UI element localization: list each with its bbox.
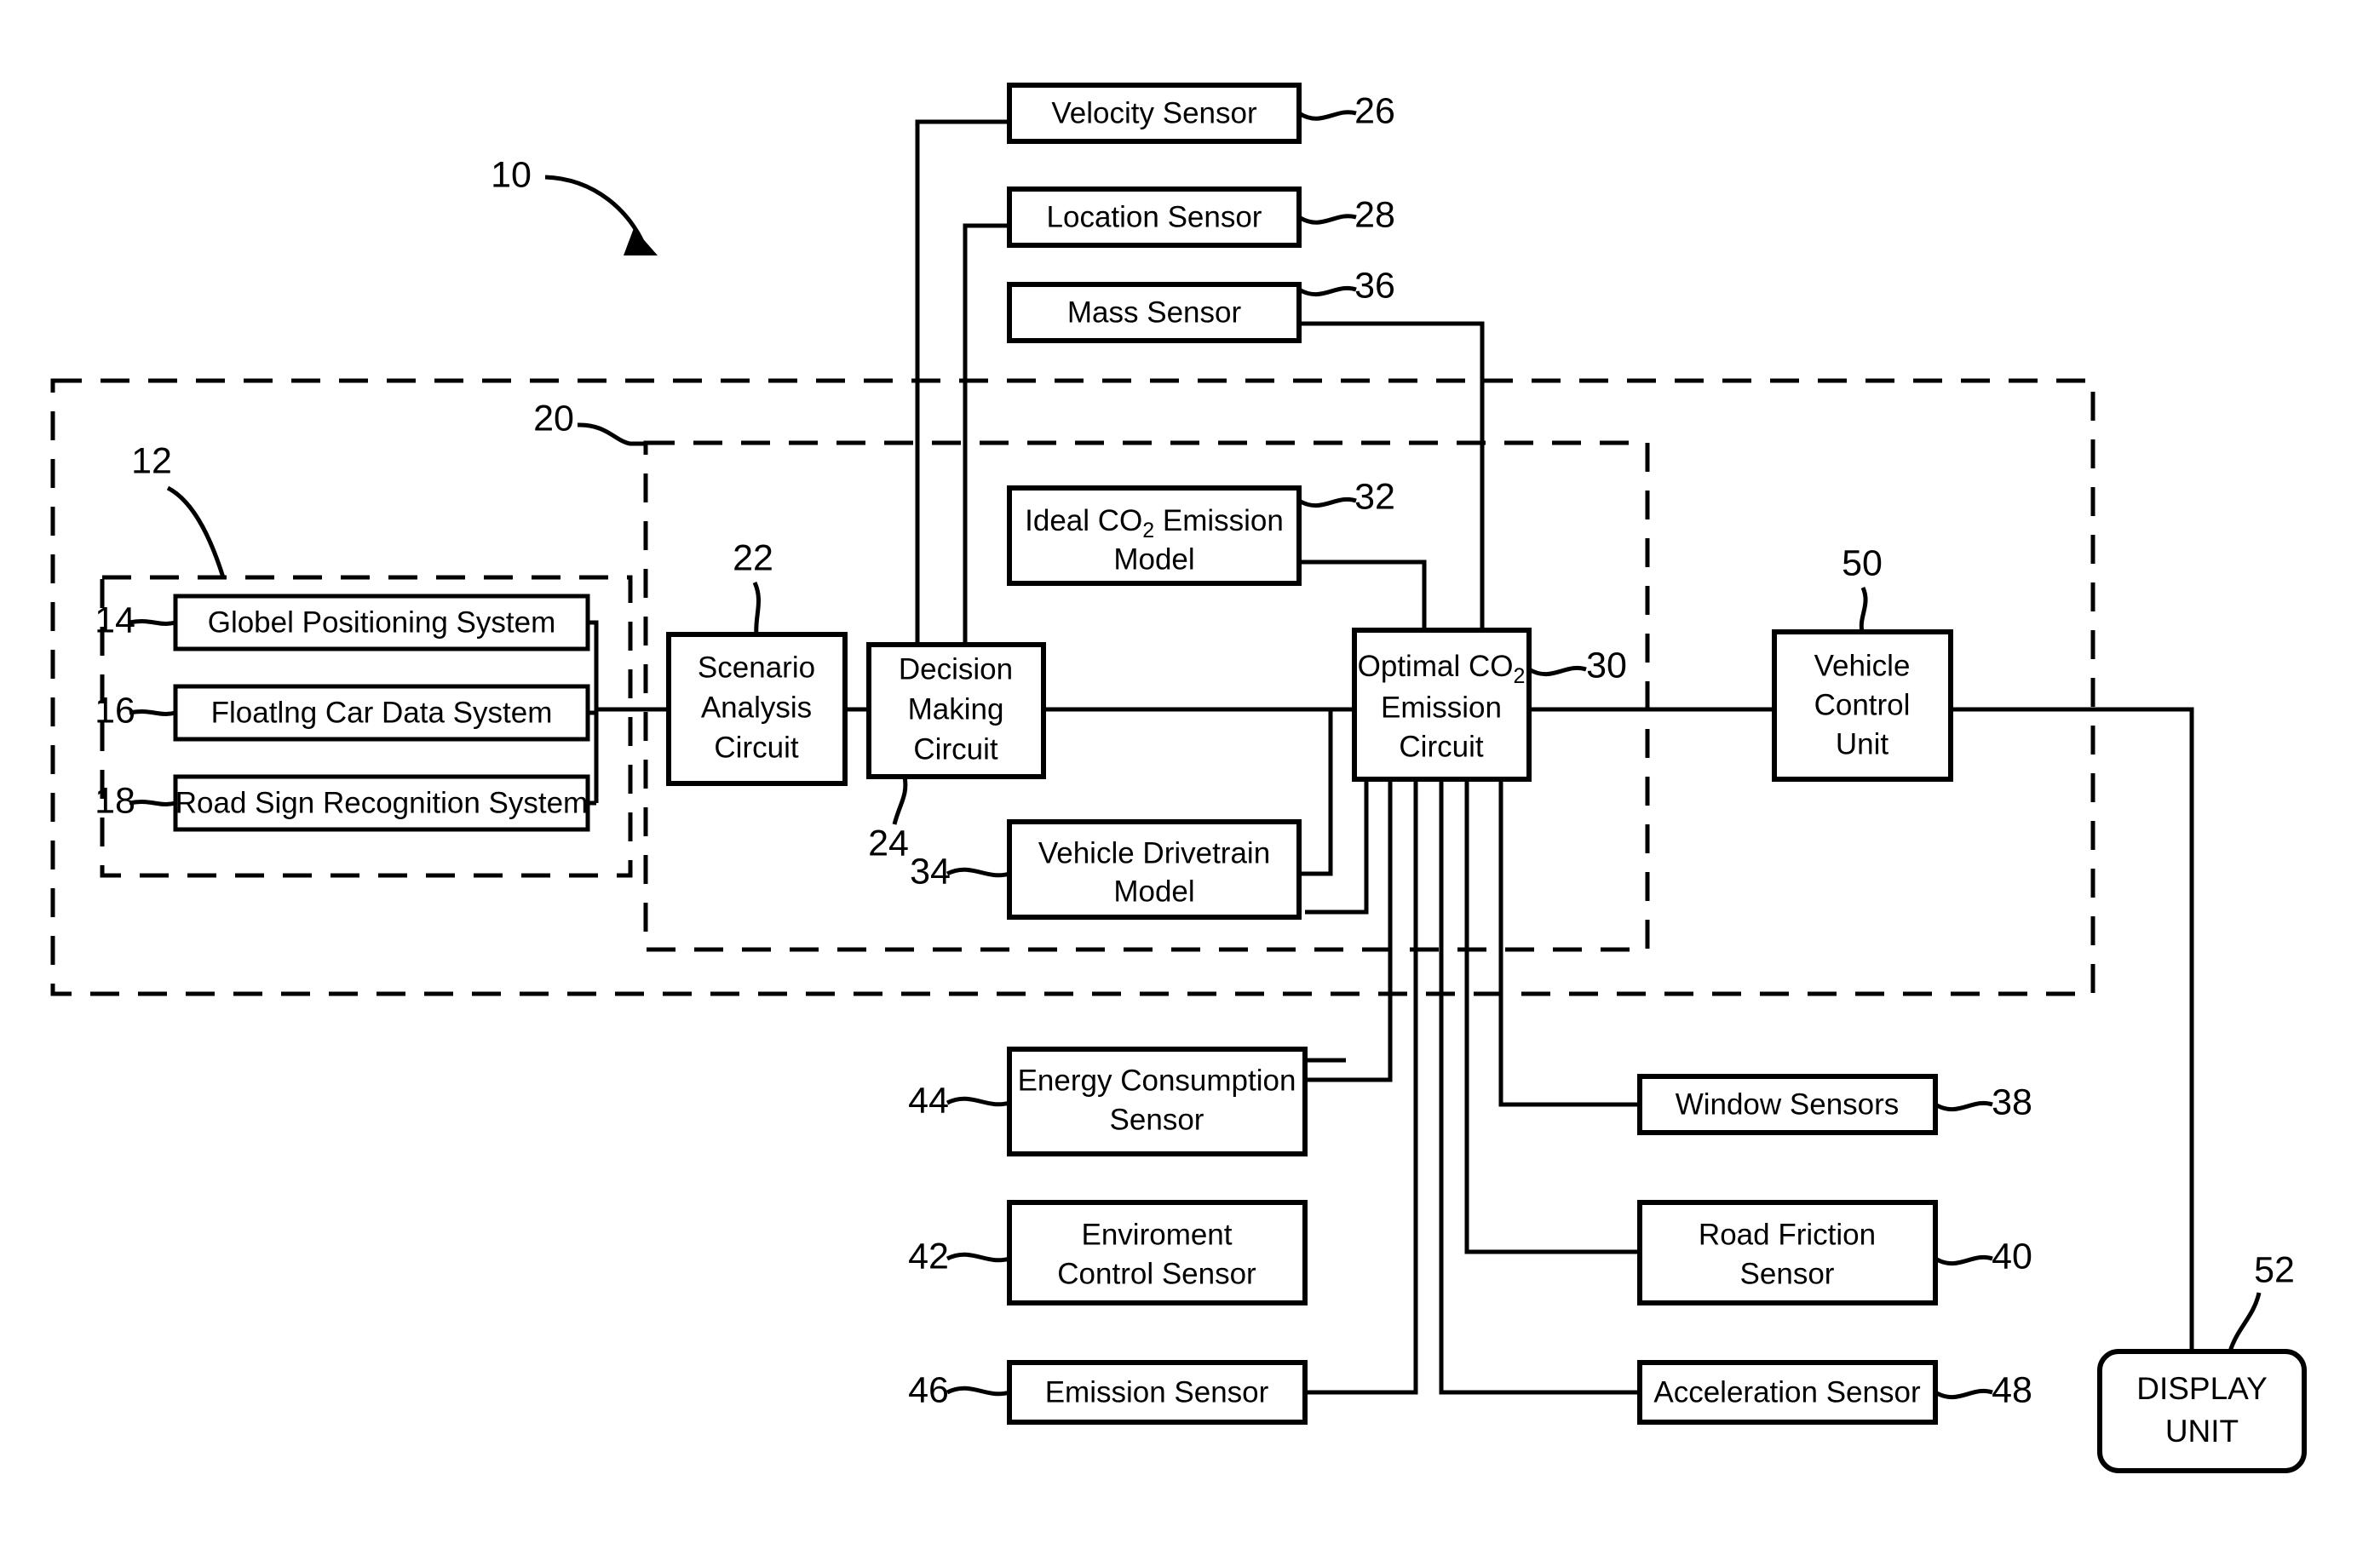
ref-24: 24	[868, 823, 909, 864]
label-energy-l2: Sensor	[1110, 1103, 1204, 1136]
leader-36	[1297, 285, 1357, 297]
wire-optimal-to-window	[1498, 779, 1640, 1107]
leader-38	[1934, 1100, 1993, 1112]
leader-32	[1297, 496, 1357, 508]
ref-50: 50	[1842, 542, 1883, 583]
label-friction-l1: Road Friction	[1699, 1218, 1876, 1251]
label-emission: Emission Sensor	[1045, 1375, 1269, 1409]
leader-34	[946, 867, 1010, 878]
ref-36: 36	[1354, 265, 1395, 306]
leader-10	[544, 175, 647, 246]
label-decision-l2: Making	[908, 692, 1004, 726]
leader-44	[946, 1096, 1010, 1107]
label-drivetrain-l2: Model	[1113, 875, 1194, 908]
leader-40	[1934, 1254, 1993, 1266]
wire-vcu-to-display	[1951, 707, 2194, 1351]
label-energy-l1: Energy Consumption	[1018, 1064, 1296, 1097]
leader-26	[1297, 110, 1357, 121]
label-display-l1: DISPLAY	[2136, 1371, 2268, 1406]
leader-22	[752, 581, 762, 635]
wire-drivetrain-to-optimal	[1299, 707, 1354, 876]
label-decision-l3: Circuit	[913, 732, 997, 766]
patent-figure-canvas: 10 12 20 14 16 18 22 24 26 28 36 32 34 3…	[0, 0, 2380, 1555]
leader-42	[946, 1252, 1010, 1263]
label-ideal-model-l2: Model	[1113, 542, 1194, 576]
ref-30: 30	[1586, 645, 1627, 686]
label-gps: Globel Positioning System	[208, 605, 556, 639]
leader-16	[129, 709, 176, 716]
label-display-l2: UNIT	[2165, 1414, 2239, 1449]
wire-optimal-to-acceleration	[1439, 779, 1640, 1395]
label-ideal-model-l1: Ideal CO2 Emission	[1025, 504, 1284, 542]
ref-26: 26	[1354, 90, 1395, 131]
block-diagram-svg: 10 12 20 14 16 18 22 24 26 28 36 32 34 3…	[50, 83, 2307, 1473]
leader-12	[166, 485, 226, 578]
leader-52	[2228, 1292, 2262, 1352]
ref-20: 20	[533, 398, 574, 439]
leader-24	[892, 776, 908, 825]
label-vcu-l2: Control	[1814, 688, 1911, 721]
ref-18: 18	[95, 780, 135, 821]
box-display-unit[interactable]	[2097, 1349, 2307, 1473]
label-optimal-l3: Circuit	[1399, 730, 1483, 763]
label-environment-l2: Control Sensor	[1057, 1257, 1256, 1290]
ref-10: 10	[491, 154, 532, 195]
label-scenario-l3: Circuit	[714, 731, 798, 764]
ref-48: 48	[1992, 1369, 2032, 1410]
ref-44: 44	[908, 1080, 949, 1121]
label-drivetrain-l1: Vehicle Drivetrain	[1038, 836, 1270, 869]
label-velocity: Velocity Sensor	[1051, 96, 1257, 129]
ref-42: 42	[908, 1236, 949, 1277]
leader-28	[1297, 214, 1357, 225]
arrowhead-10	[624, 228, 658, 255]
ref-40: 40	[1992, 1236, 2032, 1277]
label-vcu-l3: Unit	[1836, 727, 1889, 760]
label-optimal-l2: Emission	[1381, 691, 1502, 724]
leader-46	[946, 1386, 1010, 1397]
ref-38: 38	[1992, 1082, 2032, 1122]
label-location: Location Sensor	[1047, 200, 1262, 233]
label-decision-l1: Decision	[899, 652, 1013, 686]
label-scenario-l2: Analysis	[701, 691, 812, 724]
label-ideal-model-sub: 2	[1142, 519, 1154, 542]
label-ideal-model-l1a: Ideal CO	[1025, 504, 1142, 537]
wire-optimal-to-environment	[1305, 779, 1393, 1082]
leader-48	[1934, 1388, 1993, 1400]
label-rsr: Road Sign Recognition System	[175, 786, 588, 819]
label-vcu-l1: Vehicle	[1814, 649, 1911, 682]
leader-18	[129, 800, 176, 806]
ref-28: 28	[1354, 194, 1395, 235]
ref-46: 46	[908, 1369, 949, 1410]
wire-idealmodel-to-optimal	[1299, 559, 1427, 630]
label-optimal-l1a: Optimal CO	[1358, 650, 1514, 683]
label-environment-l1: Enviroment	[1081, 1218, 1232, 1251]
label-window: Window Sensors	[1676, 1087, 1900, 1121]
ref-14: 14	[95, 600, 135, 640]
leader-30	[1527, 665, 1587, 677]
wire-optimal-to-friction	[1464, 779, 1640, 1254]
label-acceleration: Acceleration Sensor	[1653, 1375, 1921, 1409]
ref-52: 52	[2254, 1249, 2295, 1290]
ref-12: 12	[131, 440, 172, 481]
ref-34: 34	[910, 851, 951, 892]
ref-32: 32	[1354, 476, 1395, 517]
leader-20	[577, 422, 646, 446]
label-optimal-l1: Optimal CO2	[1358, 650, 1526, 687]
label-fcd: Floatlng Car Data System	[211, 696, 553, 729]
wire-location-to-decision	[963, 223, 1009, 645]
label-optimal-sub: 2	[1513, 664, 1525, 688]
wire-optimal-to-energy	[1305, 779, 1369, 915]
label-scenario-l1: Scenario	[698, 651, 815, 684]
ref-22: 22	[733, 537, 773, 578]
ref-16: 16	[95, 690, 135, 731]
label-friction-l2: Sensor	[1740, 1257, 1835, 1290]
label-ideal-model-l1b: Emission	[1154, 504, 1284, 537]
wire-optimal-to-emission	[1305, 779, 1418, 1395]
leader-50	[1859, 586, 1868, 633]
label-mass: Mass Sensor	[1067, 296, 1242, 329]
leader-14	[129, 619, 176, 626]
